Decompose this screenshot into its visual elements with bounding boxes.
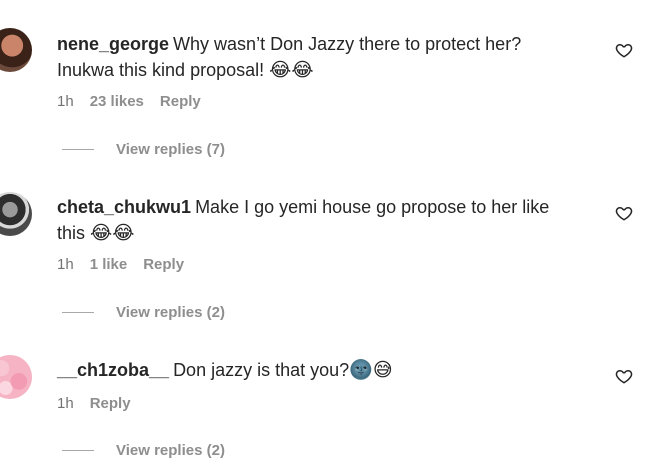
comment-time[interactable]: 1h: [57, 395, 74, 412]
divider-line: [62, 312, 94, 313]
comment-emoji: 🌚😅: [349, 360, 393, 381]
comment-text: nene_george Why wasn’t Don Jazzy there to…: [57, 31, 597, 84]
view-replies-button[interactable]: View replies (2): [62, 442, 225, 459]
view-replies-button[interactable]: View replies (7): [62, 141, 225, 158]
view-replies-label: View replies (2): [116, 304, 225, 321]
reply-button[interactable]: Reply: [160, 93, 201, 110]
comment-body-line2: this: [57, 223, 91, 243]
comment-body-line1: Why wasn’t Don Jazzy there to protect he…: [173, 34, 522, 54]
comment-likes[interactable]: 23 likes: [90, 93, 144, 110]
comment-meta: 1h 23 likes Reply: [57, 93, 201, 110]
view-replies-label: View replies (2): [116, 442, 225, 459]
heart-icon[interactable]: [615, 204, 633, 222]
comment-time[interactable]: 1h: [57, 93, 74, 110]
comment-emoji: 😂😂: [269, 60, 314, 81]
comment-username[interactable]: nene_george: [57, 34, 169, 54]
comment-body-line2: Inukwa this kind proposal!: [57, 60, 270, 80]
view-replies-label: View replies (7): [116, 141, 225, 158]
comment-text: __ch1zoba__ Don jazzy is that you?🌚😅: [57, 357, 597, 384]
comment-text: cheta_chukwu1 Make I go yemi house go pro…: [57, 194, 597, 247]
comment-username[interactable]: cheta_chukwu1: [57, 197, 191, 217]
heart-icon[interactable]: [615, 41, 633, 59]
comment-body-line1: Make I go yemi house go propose to her l…: [195, 197, 550, 217]
comment-meta: 1h 1 like Reply: [57, 256, 184, 273]
comment-username[interactable]: __ch1zoba__: [57, 360, 169, 380]
divider-line: [62, 450, 94, 451]
avatar[interactable]: [0, 28, 32, 72]
comment-body-line1: Don jazzy is that you?: [173, 360, 350, 380]
avatar[interactable]: [0, 192, 32, 236]
comment-emoji: 😂😂: [90, 223, 135, 244]
comment-likes[interactable]: 1 like: [90, 256, 128, 273]
heart-icon[interactable]: [615, 367, 633, 385]
avatar[interactable]: [0, 355, 32, 399]
divider-line: [62, 149, 94, 150]
reply-button[interactable]: Reply: [90, 395, 131, 412]
comment-meta: 1h Reply: [57, 395, 131, 412]
comment-time[interactable]: 1h: [57, 256, 74, 273]
view-replies-button[interactable]: View replies (2): [62, 304, 225, 321]
reply-button[interactable]: Reply: [143, 256, 184, 273]
